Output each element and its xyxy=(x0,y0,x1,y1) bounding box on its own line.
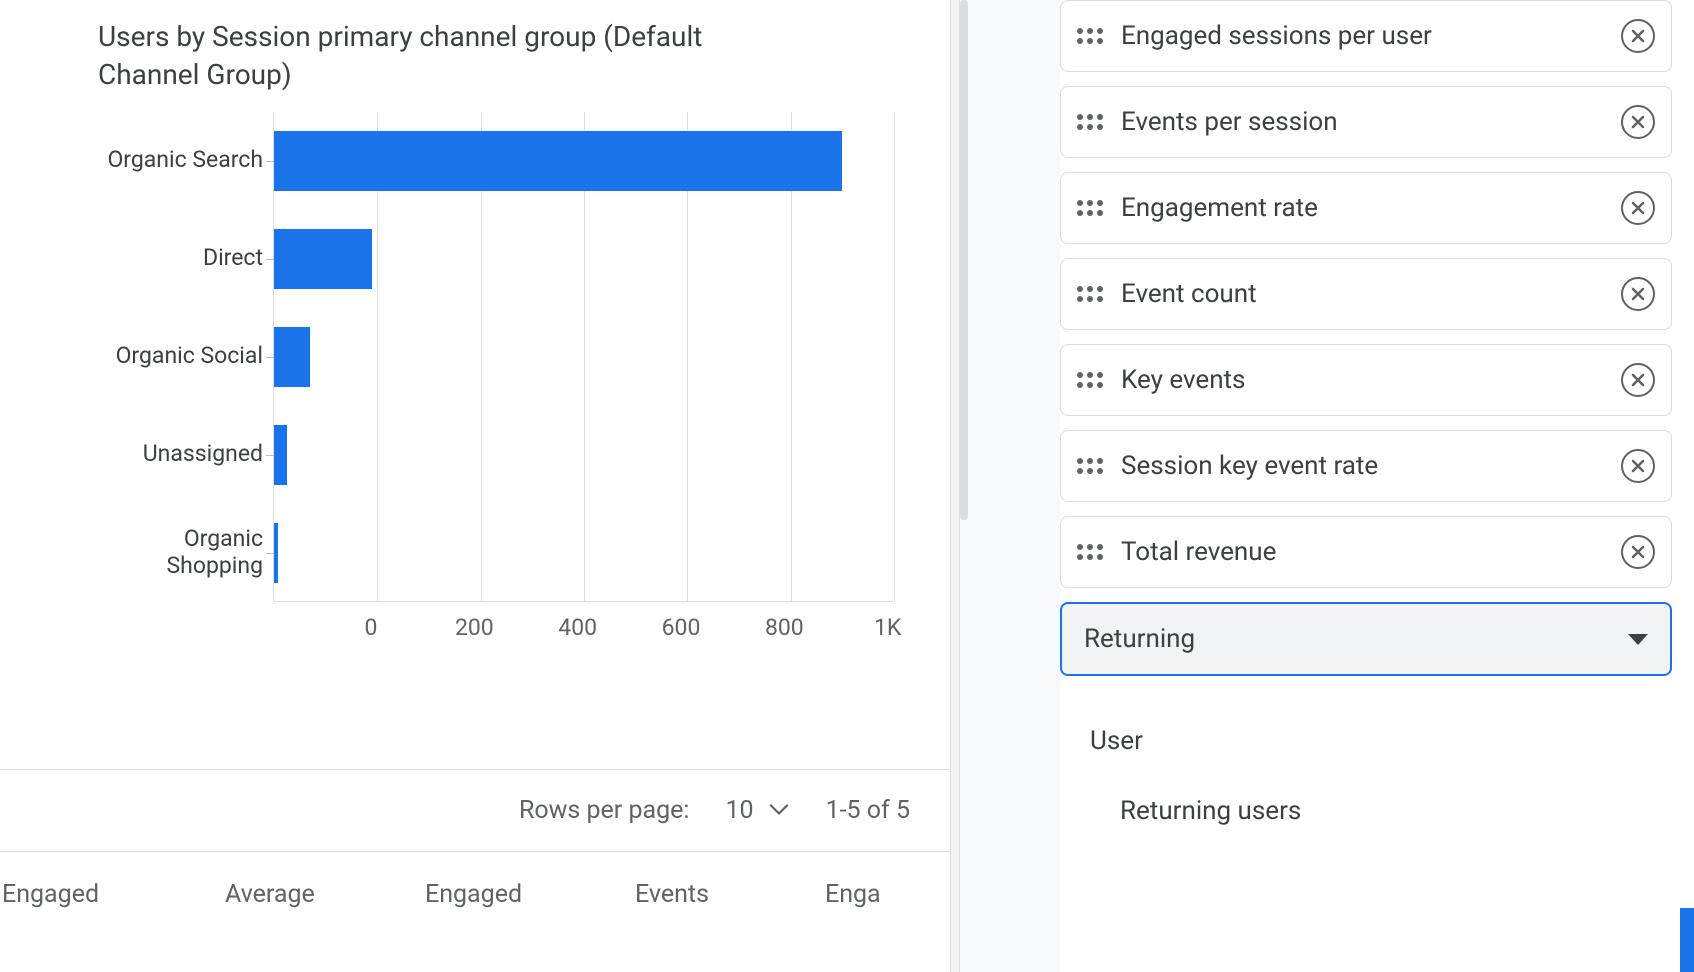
bar-row xyxy=(274,112,893,210)
add-metric-value: Returning xyxy=(1084,624,1195,654)
bar[interactable] xyxy=(274,327,310,387)
drag-handle-icon[interactable] xyxy=(1077,193,1105,223)
metric-label: Session key event rate xyxy=(1121,450,1621,483)
customize-panel: Engaged sessions per user Events per sess… xyxy=(1060,0,1694,972)
remove-metric-button[interactable] xyxy=(1621,449,1655,483)
drag-handle-icon[interactable] xyxy=(1077,107,1105,137)
bar-row xyxy=(274,210,893,308)
chevron-down-icon xyxy=(768,803,790,817)
x-axis-labels: 02004006008001K1.2K xyxy=(371,614,991,654)
x-axis-label: 1K xyxy=(874,614,901,641)
metric-card[interactable]: Event count xyxy=(1060,258,1672,330)
bar-row xyxy=(274,504,893,602)
gridline xyxy=(894,112,895,602)
column-header[interactable]: Engaged xyxy=(425,880,635,909)
bar-chart: Organic Search Direct Organic Social Una… xyxy=(0,112,950,654)
drag-handle-icon[interactable] xyxy=(1077,537,1105,567)
y-axis-label: Organic Search xyxy=(98,112,273,210)
metric-label: Total revenue xyxy=(1121,536,1621,569)
tick-mark xyxy=(266,161,274,162)
plot-area xyxy=(273,112,893,602)
chart-panel: Users by Session primary channel group (… xyxy=(0,0,950,972)
x-axis-label: 200 xyxy=(455,614,494,641)
metric-label: Events per session xyxy=(1121,106,1621,139)
metric-card[interactable]: Key events xyxy=(1060,344,1672,416)
bar-row xyxy=(274,308,893,406)
remove-metric-button[interactable] xyxy=(1621,105,1655,139)
tick-mark xyxy=(266,455,274,456)
remove-metric-button[interactable] xyxy=(1621,363,1655,397)
table-header-row: Engaged Average Engaged Events Enga xyxy=(0,851,950,909)
x-axis-label: 800 xyxy=(765,614,804,641)
dropdown-group-label: User xyxy=(1060,710,1672,772)
chevron-down-icon xyxy=(1628,634,1648,645)
drag-handle-icon[interactable] xyxy=(1077,21,1105,51)
rows-per-page-label: Rows per page: xyxy=(519,796,690,825)
remove-metric-button[interactable] xyxy=(1621,277,1655,311)
tick-mark xyxy=(266,259,274,260)
bar[interactable] xyxy=(274,131,842,191)
x-axis-label: 600 xyxy=(662,614,701,641)
gutter xyxy=(960,0,1060,972)
page-range: 1-5 of 5 xyxy=(826,796,910,825)
metric-label: Key events xyxy=(1121,364,1621,397)
bar[interactable] xyxy=(274,425,287,485)
rows-per-page-value: 10 xyxy=(725,796,753,825)
metric-label: Engagement rate xyxy=(1121,192,1621,225)
y-axis-label: Unassigned xyxy=(98,406,273,504)
remove-metric-button[interactable] xyxy=(1621,535,1655,569)
y-axis-label: Direct xyxy=(98,210,273,308)
y-axis-label: Organic Social xyxy=(98,308,273,406)
column-header[interactable]: Events xyxy=(635,880,825,909)
metric-dropdown: User Returning users xyxy=(1060,692,1672,850)
y-axis-label: Organic Shopping xyxy=(98,504,273,602)
drag-handle-icon[interactable] xyxy=(1077,279,1105,309)
scroll-edge-indicator xyxy=(1680,908,1694,972)
x-axis-label: 400 xyxy=(558,614,597,641)
drag-handle-icon[interactable] xyxy=(1077,365,1105,395)
metric-card[interactable]: Session key event rate xyxy=(1060,430,1672,502)
bar[interactable] xyxy=(274,229,372,289)
tick-mark xyxy=(266,553,274,554)
metric-card[interactable]: Events per session xyxy=(1060,86,1672,158)
rows-per-page-select[interactable]: 10 xyxy=(725,796,789,825)
bar[interactable] xyxy=(274,523,278,583)
metrics-list: Engaged sessions per user Events per sess… xyxy=(1060,0,1672,588)
dropdown-option-returning-users[interactable]: Returning users xyxy=(1060,772,1672,850)
metric-card[interactable]: Engagement rate xyxy=(1060,172,1672,244)
drag-handle-icon[interactable] xyxy=(1077,451,1105,481)
metric-label: Engaged sessions per user xyxy=(1121,20,1621,53)
metric-card[interactable]: Total revenue xyxy=(1060,516,1672,588)
metric-card[interactable]: Engaged sessions per user xyxy=(1060,0,1672,72)
x-axis-label: 0 xyxy=(365,614,378,641)
chart-title: Users by Session primary channel group (… xyxy=(0,0,780,94)
add-metric-input[interactable]: Returning xyxy=(1060,602,1672,676)
column-header[interactable]: Enga xyxy=(825,880,950,909)
tick-mark xyxy=(266,357,274,358)
column-header[interactable]: Average xyxy=(225,880,425,909)
column-header[interactable]: Engaged xyxy=(0,880,225,909)
metric-label: Event count xyxy=(1121,278,1621,311)
bar-row xyxy=(274,406,893,504)
scrollbar[interactable] xyxy=(960,0,968,520)
pager: Rows per page: 10 1-5 of 5 xyxy=(0,770,950,851)
remove-metric-button[interactable] xyxy=(1621,191,1655,225)
panel-divider xyxy=(950,0,960,972)
y-axis-labels: Organic Search Direct Organic Social Una… xyxy=(98,112,273,602)
remove-metric-button[interactable] xyxy=(1621,19,1655,53)
